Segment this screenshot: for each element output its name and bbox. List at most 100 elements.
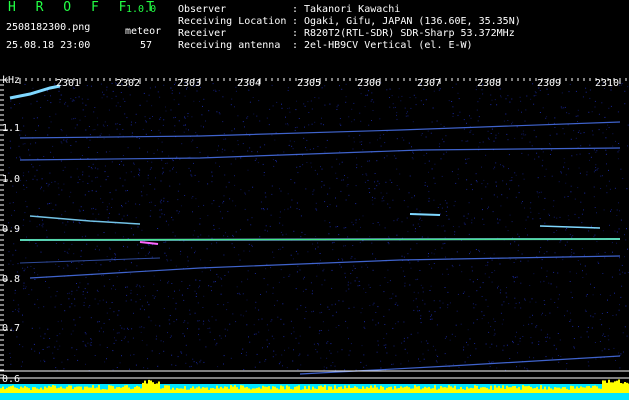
noise-speck xyxy=(149,87,151,89)
amplitude-bar xyxy=(518,386,520,393)
noise-speck xyxy=(229,323,231,325)
noise-speck xyxy=(345,276,346,278)
amplitude-bar xyxy=(544,386,546,393)
noise-speck xyxy=(282,365,283,367)
noise-speck xyxy=(30,266,32,267)
noise-speck xyxy=(223,355,225,357)
noise-speck xyxy=(596,253,598,255)
noise-speck xyxy=(601,324,603,326)
noise-speck xyxy=(142,128,144,130)
noise-speck xyxy=(441,138,443,140)
noise-speck xyxy=(111,98,113,100)
amplitude-bar xyxy=(500,388,502,393)
noise-speck xyxy=(288,144,290,146)
noise-speck xyxy=(538,212,540,214)
noise-speck xyxy=(550,283,552,285)
noise-speck xyxy=(99,344,101,346)
noise-speck xyxy=(588,230,590,232)
noise-speck xyxy=(457,92,459,94)
noise-speck xyxy=(606,192,608,194)
noise-speck xyxy=(620,219,622,221)
amplitude-bar xyxy=(216,385,218,393)
noise-speck xyxy=(590,283,591,285)
noise-speck xyxy=(211,237,213,239)
noise-speck xyxy=(615,314,617,316)
noise-speck xyxy=(263,209,265,211)
amplitude-bar xyxy=(262,385,264,393)
noise-speck xyxy=(549,312,551,314)
noise-speck xyxy=(564,162,566,164)
amplitude-bar xyxy=(140,388,142,393)
noise-speck xyxy=(165,220,167,222)
noise-speck xyxy=(323,366,325,368)
noise-speck xyxy=(593,186,595,188)
noise-speck xyxy=(13,243,15,245)
noise-speck xyxy=(147,161,149,163)
noise-speck xyxy=(198,181,200,183)
noise-speck xyxy=(512,342,514,344)
noise-speck xyxy=(140,331,142,333)
noise-speck xyxy=(306,162,308,163)
noise-speck xyxy=(192,358,194,360)
meteor-label: meteor xyxy=(125,26,162,37)
noise-speck xyxy=(252,186,254,188)
noise-speck xyxy=(487,261,489,263)
noise-speck xyxy=(48,203,50,204)
noise-speck xyxy=(160,180,162,182)
noise-speck xyxy=(249,250,251,252)
amplitude-bar xyxy=(504,389,506,393)
noise-speck xyxy=(557,298,559,300)
noise-speck xyxy=(507,139,509,141)
amplitude-bar xyxy=(24,386,26,393)
noise-speck xyxy=(470,130,472,132)
noise-speck xyxy=(404,285,406,287)
noise-speck xyxy=(553,216,555,218)
noise-speck xyxy=(35,243,37,244)
noise-speck xyxy=(393,107,395,109)
noise-speck xyxy=(568,91,570,93)
noise-speck xyxy=(442,273,444,275)
noise-speck xyxy=(376,160,378,162)
amplitude-bar xyxy=(336,388,338,393)
noise-speck xyxy=(32,87,34,89)
noise-speck xyxy=(89,343,91,345)
amplitude-bar xyxy=(270,389,272,393)
noise-speck xyxy=(350,343,352,345)
amplitude-bar xyxy=(76,386,78,393)
noise-speck xyxy=(192,196,194,198)
amplitude-bar xyxy=(460,386,462,393)
noise-speck xyxy=(266,117,268,119)
noise-speck xyxy=(67,359,69,361)
amplitude-bar xyxy=(150,380,152,393)
noise-speck xyxy=(106,256,108,258)
noise-speck xyxy=(573,252,575,254)
noise-speck xyxy=(215,319,217,321)
noise-speck xyxy=(23,188,25,190)
noise-speck xyxy=(596,150,598,152)
noise-speck xyxy=(616,242,617,244)
noise-speck xyxy=(97,321,99,323)
noise-speck xyxy=(516,126,518,128)
noise-speck xyxy=(412,151,414,153)
noise-speck xyxy=(147,174,149,176)
noise-speck xyxy=(529,316,531,318)
noise-speck xyxy=(36,117,38,119)
receiver-value: R820T2(RTL-SDR) SDR-Sharp 53.372MHz xyxy=(304,28,515,39)
noise-speck xyxy=(514,241,516,243)
noise-speck xyxy=(169,315,171,316)
noise-speck xyxy=(304,105,306,107)
amplitude-bar xyxy=(268,386,270,393)
noise-speck xyxy=(408,360,409,362)
noise-speck xyxy=(87,342,89,344)
noise-speck xyxy=(522,133,524,135)
noise-speck xyxy=(183,321,185,323)
time-tick: 2301 xyxy=(56,78,81,89)
noise-speck xyxy=(571,249,573,250)
noise-speck xyxy=(522,130,524,132)
noise-speck xyxy=(532,314,533,316)
noise-speck xyxy=(511,221,513,223)
noise-speck xyxy=(163,200,165,202)
amplitude-bar xyxy=(370,385,372,393)
noise-speck xyxy=(356,277,358,279)
noise-speck xyxy=(371,199,373,201)
